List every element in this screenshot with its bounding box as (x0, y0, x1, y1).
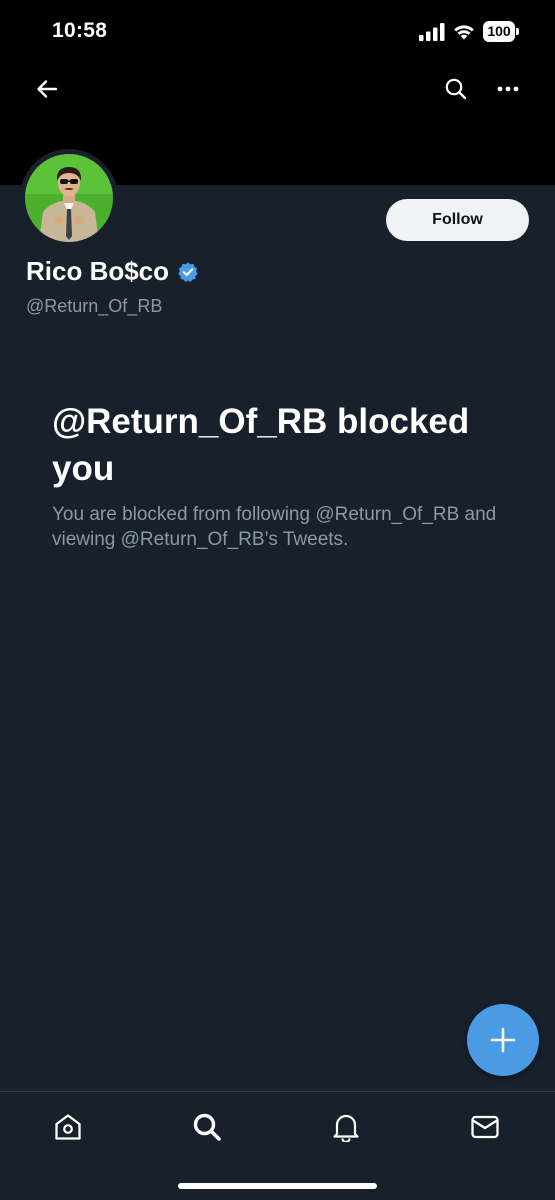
more-horizontal-icon (497, 86, 519, 92)
battery-icon: 100 (483, 21, 519, 42)
follow-button[interactable]: Follow (386, 199, 529, 241)
nav-home[interactable] (50, 1110, 86, 1144)
battery-level: 100 (483, 21, 515, 42)
blocked-title: @Return_Of_RB blocked you (52, 402, 470, 488)
status-bar: 10:58 100 (0, 0, 555, 64)
bell-icon (333, 1114, 359, 1142)
nav-messages[interactable] (467, 1110, 503, 1144)
profile-name: Rico Bo$co (26, 256, 170, 286)
home-indicator (178, 1183, 377, 1189)
search-button[interactable] (440, 74, 472, 104)
more-options-button[interactable] (492, 74, 524, 104)
profile-name-row: Rico Bo$co (26, 256, 199, 287)
nav-search[interactable] (189, 1110, 225, 1144)
verified-badge-icon (178, 261, 198, 282)
search-icon (193, 1113, 221, 1141)
profile-screen: 10:58 100 Follow Rico Bo$co @Return_Of_R… (0, 0, 555, 1200)
home-icon (55, 1114, 81, 1140)
avatar-image (25, 154, 113, 242)
search-icon (445, 78, 467, 100)
avatar[interactable] (20, 149, 118, 247)
mail-icon (471, 1115, 499, 1139)
status-time: 10:58 (52, 19, 108, 42)
cellular-signal-icon (419, 23, 445, 41)
arrow-left-icon (37, 80, 58, 98)
back-button[interactable] (30, 74, 64, 104)
profile-handle: @Return_Of_RB (26, 296, 163, 316)
plus-icon (490, 1027, 516, 1053)
bottom-nav (0, 1091, 555, 1200)
compose-tweet-button[interactable] (467, 1004, 539, 1076)
blocked-description: You are blocked from following @Return_O… (52, 504, 497, 550)
nav-notifications[interactable] (328, 1110, 364, 1144)
wifi-icon (454, 25, 474, 40)
